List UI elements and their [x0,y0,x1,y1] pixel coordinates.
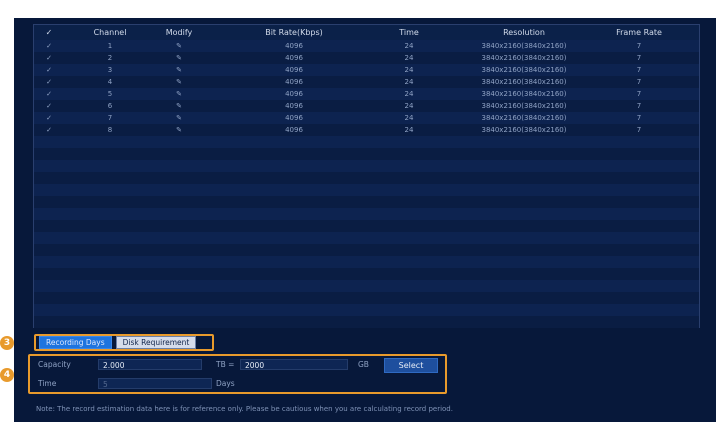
empty-table-row [34,244,699,256]
callout-marker-4: 4 [0,368,14,382]
table-row[interactable]: ✓ 3 ✎ 4096 24 3840x2160(3840x2160) 7 [34,64,699,76]
time-input[interactable]: 5 [98,378,212,389]
tab-recording-days[interactable]: Recording Days [39,336,112,349]
pencil-icon[interactable]: ✎ [134,64,224,76]
table-row[interactable]: ✓ 2 ✎ 4096 24 3840x2160(3840x2160) 7 [34,52,699,64]
table-header: ✓ Channel Modify Bit Rate(Kbps) Time Res… [34,25,699,40]
empty-table-row [34,172,699,184]
cell-bitrate: 4096 [285,90,303,98]
cell-bitrate: 4096 [285,78,303,86]
table-row[interactable]: ✓ 1 ✎ 4096 24 3840x2160(3840x2160) 7 [34,40,699,52]
pencil-icon[interactable]: ✎ [134,124,224,136]
check-icon[interactable]: ✓ [38,64,60,76]
pencil-icon[interactable]: ✎ [134,112,224,124]
capacity-tb-input[interactable]: 2.000 [98,359,202,370]
cell-frame-rate: 7 [636,126,642,134]
table-row[interactable]: ✓ 7 ✎ 4096 24 3840x2160(3840x2160) 7 [34,112,699,124]
cell-frame-rate: 7 [636,90,642,98]
check-icon[interactable]: ✓ [38,100,60,112]
table-row[interactable]: ✓ 6 ✎ 4096 24 3840x2160(3840x2160) 7 [34,100,699,112]
check-icon[interactable]: ✓ [38,76,60,88]
cell-bitrate: 4096 [285,66,303,74]
channel-table: ✓ Channel Modify Bit Rate(Kbps) Time Res… [33,24,700,328]
check-icon[interactable]: ✓ [38,40,60,52]
check-icon[interactable]: ✓ [38,124,60,136]
cell-frame-rate: 7 [636,42,642,50]
table-row[interactable]: ✓ 8 ✎ 4096 24 3840x2160(3840x2160) 7 [34,124,699,136]
cell-bitrate: 4096 [285,42,303,50]
empty-table-row [34,148,699,160]
empty-table-row [34,268,699,280]
cell-frame-rate: 7 [636,66,642,74]
empty-table-row [34,184,699,196]
cell-bitrate: 4096 [285,102,303,110]
empty-table-row [34,292,699,304]
empty-table-row [34,316,699,328]
tb-unit-label: TB = [216,360,235,369]
select-all-checkbox[interactable]: ✓ [38,25,60,40]
pencil-icon[interactable]: ✎ [134,52,224,64]
empty-table-row [34,256,699,268]
pencil-icon[interactable]: ✎ [134,100,224,112]
empty-table-row [34,208,699,220]
cell-frame-rate: 7 [636,114,642,122]
column-modify: Modify [165,28,193,37]
capacity-gb-input[interactable]: 2000 [240,359,348,370]
table-row[interactable]: ✓ 4 ✎ 4096 24 3840x2160(3840x2160) 7 [34,76,699,88]
cell-frame-rate: 7 [636,54,642,62]
cell-bitrate: 4096 [285,114,303,122]
check-icon[interactable]: ✓ [38,112,60,124]
table-row[interactable]: ✓ 5 ✎ 4096 24 3840x2160(3840x2160) 7 [34,88,699,100]
column-frame-rate: Frame Rate [616,28,662,37]
gb-unit-label: GB [358,360,369,369]
cell-frame-rate: 7 [636,78,642,86]
tab-disk-requirement[interactable]: Disk Requirement [115,336,197,349]
column-bitrate: Bit Rate(Kbps) [265,28,323,37]
cell-frame-rate: 7 [636,102,642,110]
pencil-icon[interactable]: ✎ [134,76,224,88]
estimation-note: Note: The record estimation data here is… [36,405,453,413]
days-unit-label: Days [216,379,235,388]
empty-table-row [34,280,699,292]
select-button[interactable]: Select [384,358,438,373]
check-icon[interactable]: ✓ [38,52,60,64]
cell-bitrate: 4096 [285,126,303,134]
empty-table-row [34,196,699,208]
capacity-label: Capacity [38,360,71,369]
empty-table-row [34,304,699,316]
time-label: Time [38,379,57,388]
mode-tabs: Recording Days Disk Requirement [34,334,214,351]
empty-table-row [34,220,699,232]
callout-marker-3: 3 [0,336,14,350]
empty-table-row [34,232,699,244]
check-icon[interactable]: ✓ [38,88,60,100]
empty-table-row [34,136,699,148]
pencil-icon[interactable]: ✎ [134,88,224,100]
empty-table-row [34,160,699,172]
cell-bitrate: 4096 [285,54,303,62]
capacity-form: Capacity 2.000 TB = 2000 GB Select Time … [28,354,447,394]
pencil-icon[interactable]: ✎ [134,40,224,52]
